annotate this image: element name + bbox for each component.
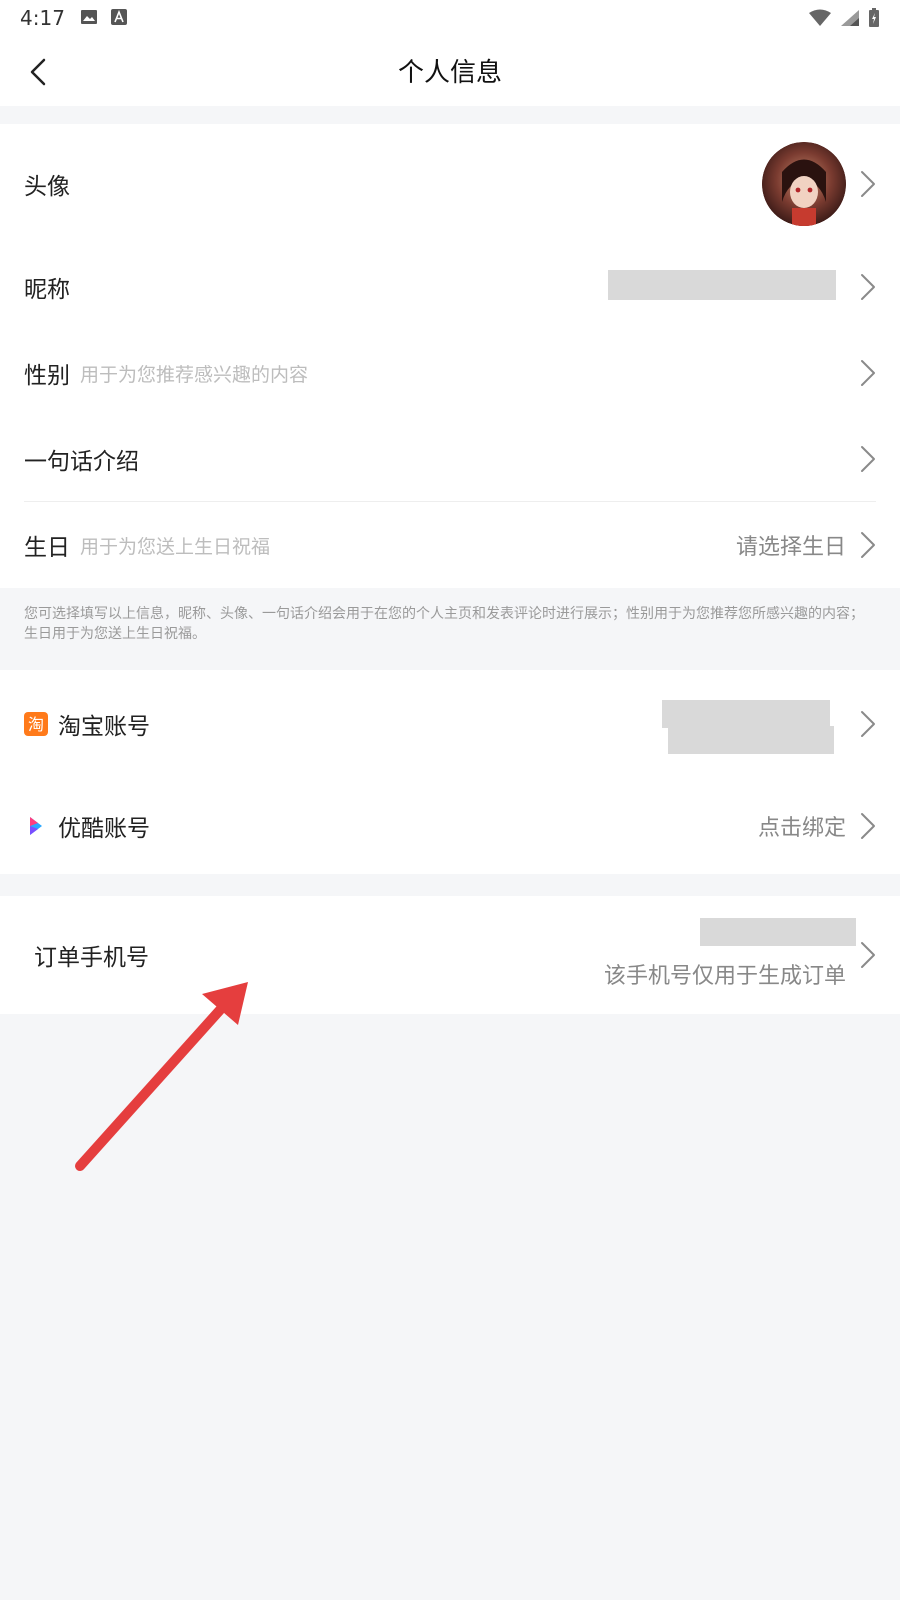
status-bar: 4:17 <box>0 0 900 38</box>
youku-account-label: 优酷账号 <box>58 816 150 842</box>
text-icon <box>111 9 127 25</box>
intro-row[interactable]: 一句话介绍 <box>0 416 900 502</box>
svg-text:淘: 淘 <box>28 715 44 734</box>
taobao-account-value-redacted-2 <box>668 726 834 754</box>
chevron-right-icon <box>861 532 875 558</box>
chevron-right-icon <box>861 813 875 839</box>
taobao-icon: 淘 <box>24 712 48 736</box>
chevron-right-icon <box>861 274 875 300</box>
info-note-text: 您可选择填写以上信息，昵称、头像、一句话介绍会用于在您的个人主页和发表评论时进行… <box>24 606 864 642</box>
order-phone-hint: 该手机号仅用于生成订单 <box>603 964 846 989</box>
nickname-row[interactable]: 昵称 <box>0 244 900 330</box>
avatar-row[interactable]: 头像 <box>0 124 900 244</box>
nickname-value-redacted <box>608 270 836 300</box>
signal-icon <box>841 10 859 26</box>
profile-section: 头像 昵称 性别 用于为您推荐感兴趣的内容 一句话介绍 生日 用于为您送上生日祝… <box>0 124 900 588</box>
nickname-label: 昵称 <box>24 277 70 303</box>
taobao-account-row[interactable]: 淘 淘宝账号 <box>0 670 900 778</box>
gender-hint: 用于为您推荐感兴趣的内容 <box>80 363 309 386</box>
linked-accounts-section: 淘 淘宝账号 优酷账号 点击绑定 <box>0 670 900 874</box>
birthday-value: 请选择生日 <box>735 535 846 560</box>
gender-row[interactable]: 性别 用于为您推荐感兴趣的内容 <box>0 330 900 416</box>
youku-account-row[interactable]: 优酷账号 点击绑定 <box>0 778 900 874</box>
status-time: 4:17 <box>20 6 65 30</box>
status-notifications <box>80 8 128 26</box>
taobao-account-label: 淘宝账号 <box>58 714 150 740</box>
youku-account-value: 点击绑定 <box>757 816 846 841</box>
chevron-right-icon <box>861 360 875 386</box>
wifi-icon <box>809 9 831 26</box>
chevron-right-icon <box>861 171 875 197</box>
info-note: 您可选择填写以上信息，昵称、头像、一句话介绍会用于在您的个人主页和发表评论时进行… <box>0 592 900 670</box>
intro-label: 一句话介绍 <box>24 449 139 475</box>
gender-label: 性别 <box>24 363 70 389</box>
status-system-icons <box>808 8 880 28</box>
order-phone-label: 订单手机号 <box>34 945 149 971</box>
chevron-right-icon <box>861 446 875 472</box>
birthday-label: 生日 <box>24 535 70 561</box>
order-phone-section: 订单手机号 该手机号仅用于生成订单 <box>0 896 900 1014</box>
order-phone-value-redacted <box>700 918 856 946</box>
chevron-right-icon <box>861 942 875 968</box>
order-phone-row[interactable]: 订单手机号 该手机号仅用于生成订单 <box>0 896 900 1014</box>
avatar <box>762 142 846 226</box>
app-header: 个人信息 <box>0 38 900 106</box>
battery-icon <box>869 8 879 27</box>
birthday-row[interactable]: 生日 用于为您送上生日祝福 请选择生日 <box>0 502 900 588</box>
chevron-right-icon <box>861 711 875 737</box>
image-icon <box>81 10 97 24</box>
birthday-hint: 用于为您送上生日祝福 <box>80 535 271 558</box>
youku-icon <box>30 817 42 835</box>
page-title: 个人信息 <box>397 58 502 88</box>
avatar-label: 头像 <box>24 174 70 200</box>
taobao-account-value-redacted <box>662 700 830 728</box>
